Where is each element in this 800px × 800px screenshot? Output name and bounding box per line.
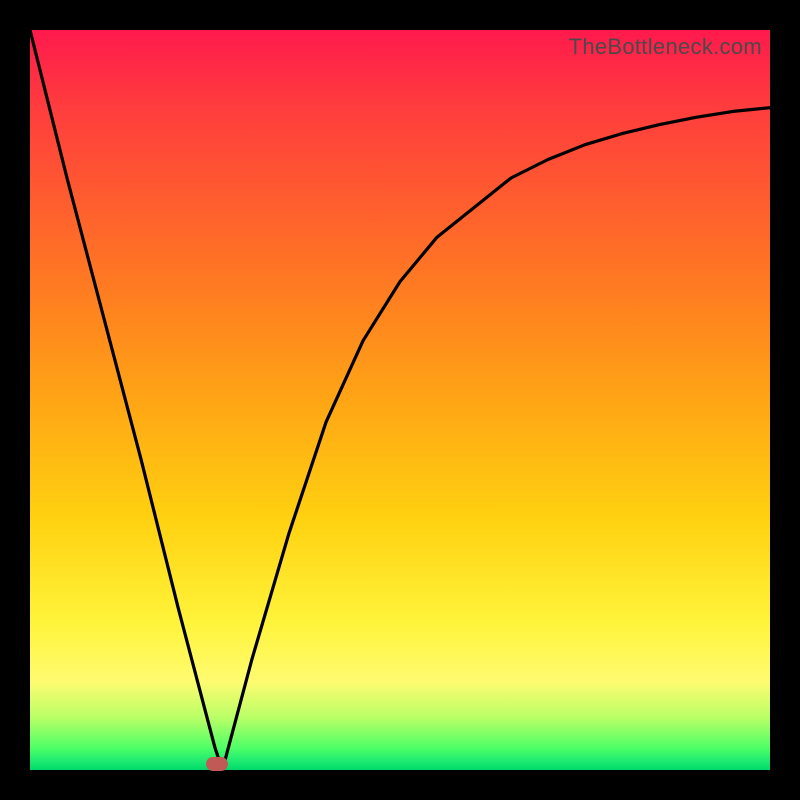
min-point-marker (206, 757, 228, 771)
chart-plot-area: TheBottleneck.com (30, 30, 770, 770)
bottleneck-curve (30, 30, 770, 770)
chart-frame: TheBottleneck.com (0, 0, 800, 800)
